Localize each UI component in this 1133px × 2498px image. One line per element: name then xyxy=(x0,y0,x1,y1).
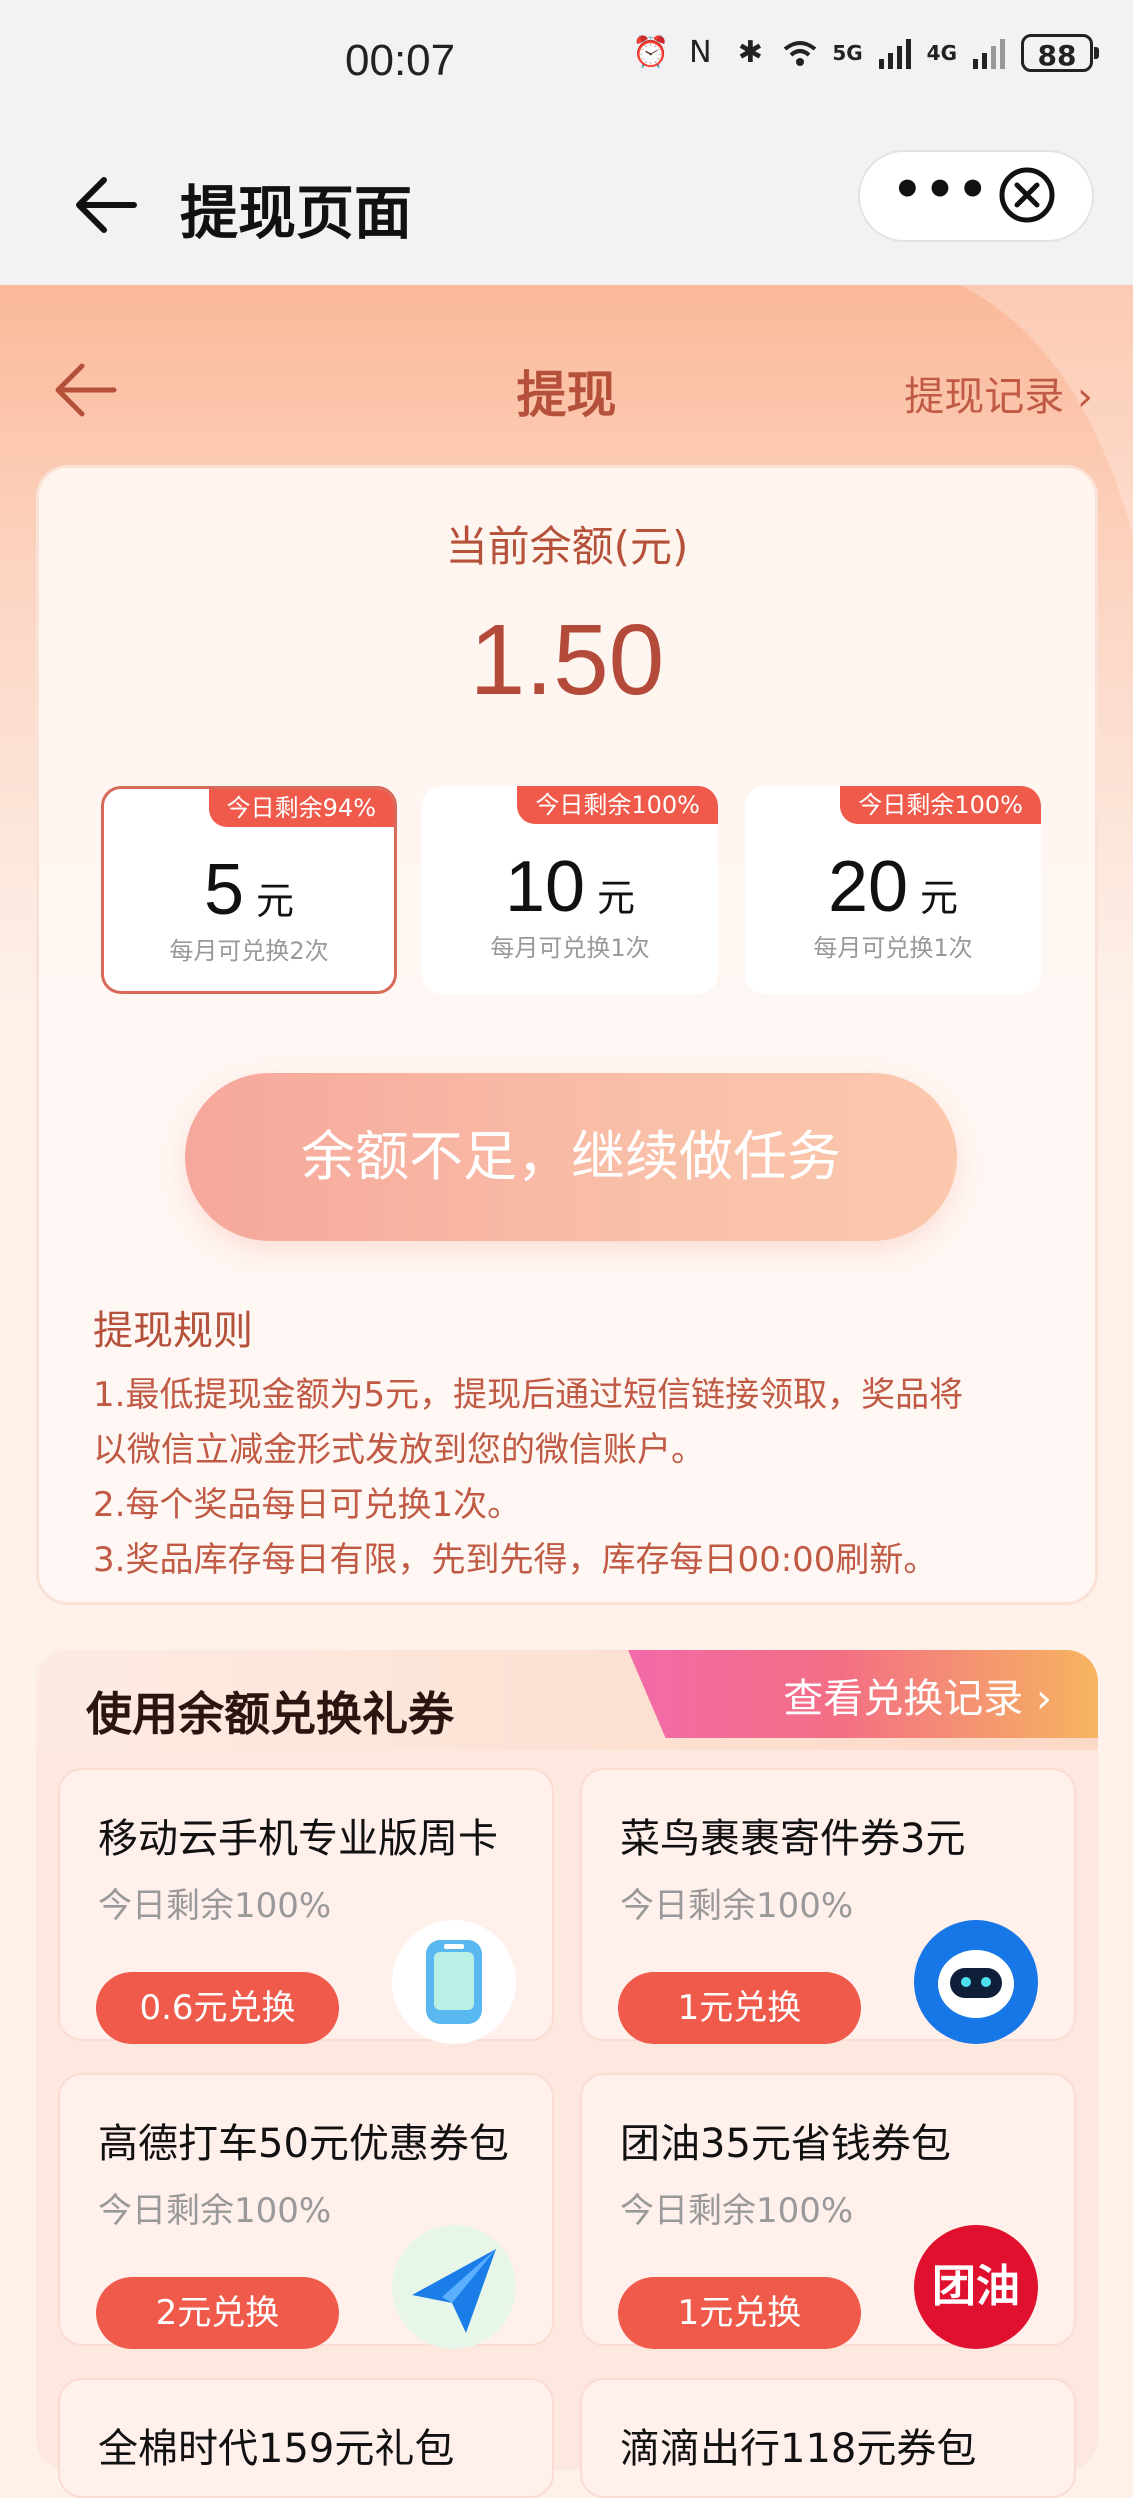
bluetooth-icon: ✱ xyxy=(737,35,763,70)
exchange-button[interactable]: 1元兑换 xyxy=(618,1972,861,2044)
miniapp-capsule: ••• xyxy=(858,150,1094,242)
battery-indicator: 88 xyxy=(1021,34,1099,72)
cainiao-icon xyxy=(914,1920,1038,2044)
amount-number: 5 xyxy=(203,850,245,930)
amount-unit: 元 xyxy=(597,876,636,920)
exchange-record-link[interactable]: 查看兑换记录 › xyxy=(783,1666,1052,1724)
amount-unit: 元 xyxy=(920,876,959,920)
signal-icon xyxy=(971,35,1007,71)
status-bar: 00:07 ⏰ N ✱ 5G 4G 88 xyxy=(0,0,1133,130)
option-amount: 5元 xyxy=(104,849,394,931)
coupon-item[interactable]: 菜鸟裹裹寄件券3元 今日剩余100% 1元兑换 xyxy=(580,1768,1076,2044)
wifi-icon xyxy=(782,35,818,71)
signal-icon xyxy=(877,35,913,71)
coupon-item[interactable]: 移动云手机专业版周卡 今日剩余100% 0.6元兑换 xyxy=(58,1768,554,2044)
option-amount: 20 元 xyxy=(745,846,1041,928)
page-title: 提现页面 xyxy=(180,179,413,247)
rule-line: 以微信立减金形式发放到您的微信账户。 xyxy=(93,1430,705,1470)
coupon-name: 菜鸟裹裹寄件券3元 xyxy=(620,1816,966,1862)
rule-line: 2.每个奖品每日可兑换1次。 xyxy=(93,1485,522,1525)
nav-bar: 提现页面 ••• xyxy=(0,130,1133,285)
coupon-name: 滴滴出行118元券包 xyxy=(620,2426,977,2472)
rule-line: 3.奖品库存每日有限，先到先得，库存每日00:00刷新。 xyxy=(93,1540,938,1580)
coupon-stock: 今日剩余100% xyxy=(620,1886,854,1926)
coupon-name: 全棉时代159元礼包 xyxy=(98,2426,455,2472)
coupon-item[interactable]: 高德打车50元优惠券包 今日剩余100% 2元兑换 xyxy=(58,2073,554,2349)
more-icon[interactable]: ••• xyxy=(892,166,990,214)
coupon-item[interactable]: 团油35元省钱券包 今日剩余100% 1元兑换 团油 xyxy=(580,2073,1076,2349)
option-amount: 10 元 xyxy=(422,846,718,928)
exchange-section: 使用余额兑换礼券 查看兑换记录 › 移动云手机专业版周卡 今日剩余100% 0.… xyxy=(36,1650,1098,2498)
exchange-button[interactable]: 0.6元兑换 xyxy=(96,1972,339,2044)
option-limit: 每月可兑换2次 xyxy=(169,937,329,965)
withdraw-option-5[interactable]: 今日剩余94% 5元 每月可兑换2次 xyxy=(101,786,397,994)
cloud-phone-icon xyxy=(392,1920,516,2044)
amount-unit: 元 xyxy=(256,879,295,923)
withdraw-card: 当前余额(元) 1.50 今日剩余94% 5元 每月可兑换2次 今日剩余100%… xyxy=(36,465,1098,1605)
rules-title: 提现规则 xyxy=(93,1308,253,1354)
withdraw-option-10[interactable]: 今日剩余100% 10 元 每月可兑换1次 xyxy=(422,786,718,994)
coupon-name: 移动云手机专业版周卡 xyxy=(98,1816,498,1862)
option-limit: 每月可兑换1次 xyxy=(490,934,650,962)
back-arrow-icon[interactable] xyxy=(70,170,140,240)
stock-tag: 今日剩余100% xyxy=(517,786,718,824)
status-icons: ⏰ N ✱ 5G 4G 88 xyxy=(632,34,1099,72)
coupon-item[interactable]: 滴滴出行118元券包 xyxy=(580,2378,1076,2498)
coupon-stock: 今日剩余100% xyxy=(98,1886,332,1926)
stock-tag: 今日剩余94% xyxy=(208,789,394,827)
withdraw-option-20[interactable]: 今日剩余100% 20 元 每月可兑换1次 xyxy=(745,786,1041,994)
stock-tag: 今日剩余100% xyxy=(840,786,1041,824)
nfc-icon: N xyxy=(689,35,712,70)
close-icon[interactable] xyxy=(998,166,1056,224)
amount-number: 10 xyxy=(504,847,586,927)
option-limit: 每月可兑换1次 xyxy=(813,934,973,962)
withdraw-record-link[interactable]: 提现记录 › xyxy=(904,364,1093,422)
coupon-stock: 今日剩余100% xyxy=(98,2191,332,2231)
coupon-name: 团油35元省钱券包 xyxy=(620,2121,951,2167)
tuanyou-icon: 团油 xyxy=(914,2225,1038,2349)
coupon-item[interactable]: 全棉时代159元礼包 xyxy=(58,2378,554,2498)
rule-line: 1.最低提现金额为5元，提现后通过短信链接领取，奖品将 xyxy=(93,1375,964,1415)
status-time: 00:07 xyxy=(345,36,456,85)
withdraw-button[interactable]: 余额不足，继续做任务 xyxy=(185,1073,957,1241)
alarm-icon: ⏰ xyxy=(632,35,670,70)
signal-4g-label: 4G xyxy=(926,41,957,65)
amount-number: 20 xyxy=(827,847,909,927)
coupon-name: 高德打车50元优惠券包 xyxy=(98,2121,509,2167)
balance-label: 当前余额(元) xyxy=(445,522,689,571)
signal-5g-label: 5G xyxy=(832,41,863,65)
balance-value: 1.50 xyxy=(469,604,665,716)
exchange-button[interactable]: 2元兑换 xyxy=(96,2277,339,2349)
coupon-stock: 今日剩余100% xyxy=(620,2191,854,2231)
exchange-button[interactable]: 1元兑换 xyxy=(618,2277,861,2349)
amap-icon xyxy=(392,2225,516,2349)
section-title: 使用余额兑换礼券 xyxy=(86,1687,454,1741)
